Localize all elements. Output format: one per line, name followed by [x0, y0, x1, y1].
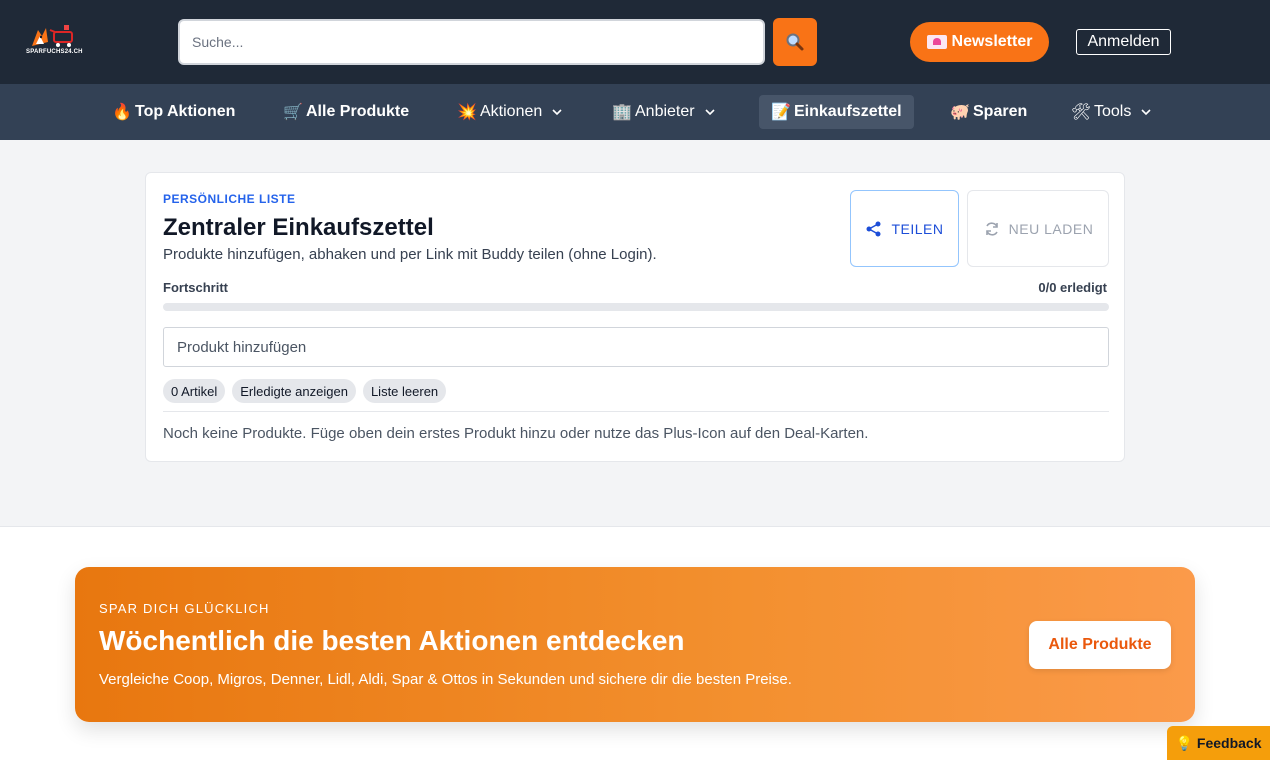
progress-count: 0/0 erledigt: [1038, 280, 1107, 295]
nav-item-tools[interactable]: 🛠 Tools: [1071, 95, 1153, 129]
chevron-down-icon: [552, 109, 562, 116]
share-button[interactable]: TEILEN: [850, 190, 959, 267]
login-button[interactable]: Anmelden: [1076, 29, 1171, 55]
top-header: SPARFUCHS24.CH Newsletter Anmelden: [0, 0, 1270, 84]
nav-item-einkaufszettel[interactable]: 📝 Einkaufszettel: [759, 95, 914, 129]
main-nav: 🔥 Top Aktionen 🛒 Alle Produkte 💥 Aktione…: [0, 84, 1270, 140]
add-product-input[interactable]: [163, 327, 1109, 367]
card-subtitle: Produkte hinzufügen, abhaken und per Lin…: [163, 246, 657, 263]
newsletter-button[interactable]: Newsletter: [910, 22, 1049, 62]
nav-item-label: Top Aktionen: [135, 103, 236, 120]
feedback-button[interactable]: 💡 Feedback: [1167, 726, 1270, 760]
collision-icon: 💥: [457, 104, 477, 121]
office-building-icon: 🏢: [612, 104, 632, 121]
share-icon: [866, 221, 881, 236]
search-button[interactable]: [773, 18, 817, 66]
site-logo[interactable]: SPARFUCHS24.CH: [24, 22, 84, 60]
love-letter-icon: [926, 35, 947, 49]
nav-item-alle-produkte[interactable]: 🛒 Alle Produkte: [283, 95, 409, 129]
banner-title: Wöchentlich die besten Aktionen entdecke…: [99, 625, 685, 656]
fox-cart-logo-icon: [32, 25, 73, 47]
memo-icon: 📝: [771, 104, 791, 121]
progress-label: Fortschritt: [163, 280, 228, 295]
nav-item-label: Tools: [1094, 103, 1132, 120]
share-label: TEILEN: [891, 220, 944, 237]
reload-label: NEU LADEN: [1008, 220, 1094, 237]
card-kicker: PERSÖNLICHE LISTE: [163, 192, 296, 206]
nav-item-label: Einkaufszettel: [794, 103, 902, 120]
refresh-icon: [985, 221, 998, 236]
nav-item-aktionen[interactable]: 💥 Aktionen: [457, 95, 564, 129]
nav-item-label: Alle Produkte: [306, 103, 410, 120]
light-bulb-icon: 💡: [1175, 734, 1193, 751]
banner-subtitle: Vergleiche Coop, Migros, Denner, Lidl, A…: [99, 671, 792, 688]
pig-icon: 🐖: [950, 104, 970, 121]
nav-item-label: Anbieter: [635, 103, 695, 120]
nav-item-top-aktionen[interactable]: 🔥 Top Aktionen: [112, 95, 235, 129]
list-controls: 0 Artikel Erledigte anzeigen Liste leere…: [163, 379, 447, 403]
nav-item-label: Sparen: [973, 103, 1028, 120]
search-icon: [786, 33, 804, 51]
all-products-button[interactable]: Alle Produkte: [1029, 621, 1171, 669]
nav-item-anbieter[interactable]: 🏢 Anbieter: [612, 95, 717, 129]
feedback-label: Feedback: [1196, 735, 1262, 751]
newsletter-label: Newsletter: [951, 33, 1033, 50]
clear-list-button[interactable]: Liste leeren: [362, 379, 447, 403]
nav-item-label: Aktionen: [480, 103, 543, 120]
fire-icon: 🔥: [112, 104, 132, 121]
show-completed-button[interactable]: Erledigte anzeigen: [232, 379, 356, 403]
promo-banner: SPAR DICH GLÜCKLICH Wöchentlich die best…: [75, 567, 1195, 722]
nav-item-sparen[interactable]: 🐖 Sparen: [950, 95, 1027, 129]
hammer-wrench-icon: 🛠: [1070, 104, 1092, 121]
chevron-down-icon: [705, 109, 715, 116]
page-title: Zentraler Einkaufszettel: [163, 214, 434, 241]
empty-state-text: Noch keine Produkte. Füge oben dein erst…: [163, 425, 869, 442]
item-count-badge: 0 Artikel: [163, 379, 226, 403]
reload-button[interactable]: NEU LADEN: [967, 190, 1109, 267]
progress-bar: [163, 303, 1109, 311]
shopping-cart-icon: 🛒: [283, 104, 303, 121]
chevron-down-icon: [1141, 109, 1151, 116]
divider: [163, 411, 1109, 412]
shopping-list-card: PERSÖNLICHE LISTE Zentraler Einkaufszett…: [145, 172, 1125, 462]
logo-text: SPARFUCHS24.CH: [26, 49, 83, 55]
search-input[interactable]: [178, 19, 765, 65]
banner-kicker: SPAR DICH GLÜCKLICH: [99, 601, 270, 616]
